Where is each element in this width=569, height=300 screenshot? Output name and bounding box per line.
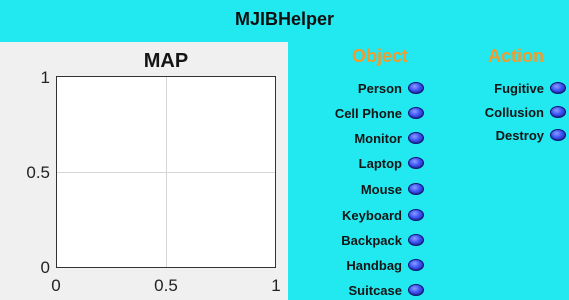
radio-button-icon[interactable] [408,259,424,271]
gridline-y-0.5 [57,172,275,173]
radio-button-icon[interactable] [408,234,424,246]
radio-button-icon[interactable] [550,129,566,141]
radio-button-icon[interactable] [550,82,566,94]
radio-button-icon[interactable] [408,82,424,94]
x-tick-label: 0.5 [154,276,178,295]
object-label: Mouse [360,181,402,197]
radio-button-icon[interactable] [408,209,424,221]
object-label: Cell Phone [334,105,402,121]
object-option-person[interactable]: Person [280,78,424,98]
action-option-destroy[interactable]: Destroy [430,125,566,145]
object-label: Keyboard [342,207,402,223]
object-header: Object [351,46,408,66]
action-label: Destroy [495,127,544,143]
object-label: Laptop [358,155,402,171]
radio-button-icon[interactable] [550,106,566,118]
object-label: Handbag [346,257,402,273]
object-option-backpack[interactable]: Backpack [280,230,424,250]
object-label: Monitor [354,130,402,146]
y-tick-label: 0 [40,258,50,277]
map-plot-area[interactable] [56,76,276,268]
object-option-suitcase[interactable]: Suitcase [280,280,424,300]
object-label: Backpack [341,232,402,248]
title-bar: MJIBHelper [0,0,569,38]
object-option-keyboard[interactable]: Keyboard [280,205,424,225]
map-title: MAP [143,50,189,72]
object-label: Person [357,80,402,96]
radio-button-icon[interactable] [408,284,424,296]
radio-button-icon[interactable] [408,107,424,119]
object-option-mouse[interactable]: Mouse [280,179,424,199]
y-tick-label: 1 [40,68,50,87]
y-tick-label: 0.5 [26,163,50,182]
object-label: Suitcase [348,282,402,298]
radio-button-icon[interactable] [408,183,424,195]
object-option-laptop[interactable]: Laptop [280,153,424,173]
radio-button-icon[interactable] [408,157,424,169]
action-option-collusion[interactable]: Collusion [430,102,566,122]
radio-button-icon[interactable] [408,132,424,144]
action-header: Action [488,46,544,66]
action-label: Fugitive [494,80,544,96]
object-option-monitor[interactable]: Monitor [280,128,424,148]
x-tick-label: 0 [51,276,61,295]
action-option-fugitive[interactable]: Fugitive [430,78,566,98]
object-option-handbag[interactable]: Handbag [280,255,424,275]
action-label: Collusion [484,104,544,120]
window-title: MJIBHelper [234,8,335,29]
object-option-cell-phone[interactable]: Cell Phone [280,103,424,123]
